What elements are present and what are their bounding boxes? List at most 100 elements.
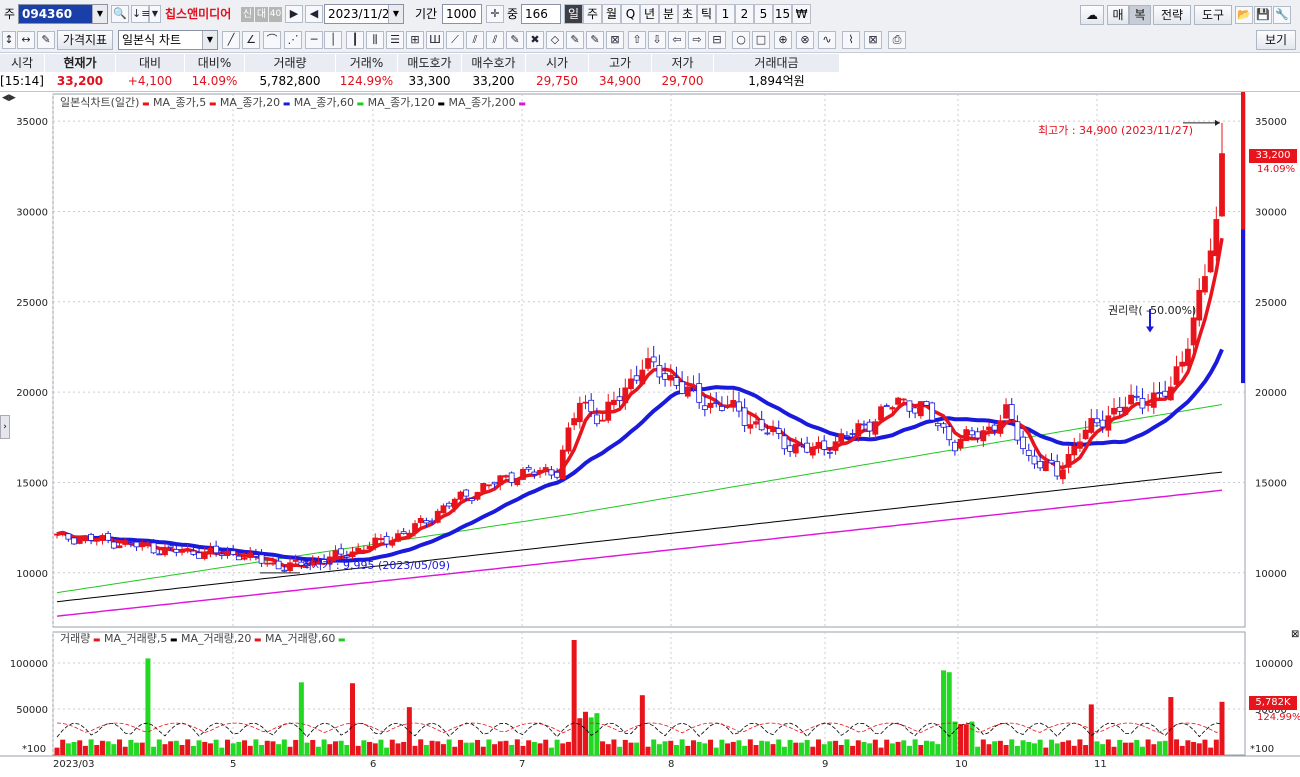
period-tab-7[interactable]: 틱 [697, 4, 716, 24]
period-tab-6[interactable]: 초 [678, 4, 697, 24]
arrow-down-icon[interactable]: ⇩ [648, 31, 666, 49]
view-button[interactable]: 보기 [1256, 30, 1296, 50]
chevron-down-icon[interactable]: ▼ [92, 5, 107, 23]
note-icon[interactable]: ✎ [566, 31, 584, 49]
frame-icon[interactable]: ⊠ [606, 31, 624, 49]
chevron-down-icon[interactable]: ▼ [149, 5, 161, 23]
folder-icon[interactable]: 📂 [1235, 6, 1253, 24]
period-input[interactable]: 1000 [442, 4, 482, 24]
arrow-up-icon[interactable]: ⇧ [628, 31, 646, 49]
period-tab-1[interactable]: 주 [583, 4, 602, 24]
volume-bar-106 [656, 744, 662, 755]
search-icon[interactable]: 🔍 [111, 5, 129, 23]
parallel-icon[interactable]: ⫽ [466, 31, 484, 49]
vertical-line-icon[interactable]: │ [324, 31, 342, 49]
price-indicator-button[interactable]: 가격지표 [57, 30, 113, 50]
close-icon[interactable]: ⊠ [1291, 629, 1299, 640]
period-tab-2[interactable]: 월 [602, 4, 621, 24]
candle-body-53 [355, 547, 362, 552]
box-icon[interactable]: ⊟ [708, 31, 726, 49]
fibonacci-icon[interactable]: ☰ [386, 31, 404, 49]
arrow-left-icon[interactable]: ⇦ [668, 31, 686, 49]
period-tab-11[interactable]: 15 [773, 4, 792, 24]
volume-bar-4 [77, 740, 83, 755]
line-tool-icon[interactable]: ╱ [222, 31, 240, 49]
crosshair-icon[interactable]: ✛ [486, 5, 504, 23]
period-tab-3[interactable]: Q [621, 4, 640, 24]
erase-icon[interactable]: ✖ [526, 31, 544, 49]
candle-body-36 [258, 554, 265, 564]
volume-bar-101 [628, 742, 634, 755]
expand-icon[interactable]: ◀▶ [2, 93, 16, 103]
edit-icon[interactable]: ✎ [37, 31, 55, 49]
candle-body-28 [213, 545, 220, 554]
volume-bar-91 [571, 640, 577, 755]
candle-body-78 [497, 475, 504, 486]
candle-body-153 [923, 401, 930, 406]
target-icon[interactable]: ⊗ [796, 31, 814, 49]
channel-icon[interactable]: ⫽ [486, 31, 504, 49]
grid-icon[interactable]: ⊞ [406, 31, 424, 49]
strategy-button[interactable]: 전략 [1153, 5, 1191, 25]
period-tab-8[interactable]: 1 [716, 4, 735, 24]
candle-body-180 [1077, 441, 1083, 449]
candle-body-197 [1173, 366, 1180, 385]
tools-button[interactable]: 도구 [1194, 5, 1232, 25]
candle-body-123 [753, 421, 759, 425]
arrow-right-icon[interactable]: ⇨ [688, 31, 706, 49]
period-tab-5[interactable]: 분 [659, 4, 678, 24]
volume-bar-54 [361, 740, 367, 755]
horizontal-line-icon[interactable]: ─ [305, 31, 323, 49]
chevron-down-icon[interactable]: ▼ [388, 5, 403, 23]
period-tab-0[interactable]: 일 [564, 4, 583, 24]
zoom-icon[interactable]: ⊕ [774, 31, 792, 49]
wave2-icon[interactable]: ⌇ [842, 31, 860, 49]
x-axis-label-1: 5 [230, 759, 236, 770]
date-select[interactable]: 2023/11/27 ▼ [324, 4, 404, 24]
period-tab-10[interactable]: 5 [754, 4, 773, 24]
diamond-icon[interactable]: ◇ [546, 31, 564, 49]
bars-icon[interactable]: Ш [426, 31, 444, 49]
candle-body-162 [974, 431, 981, 439]
sell-button[interactable]: 매 [1107, 5, 1129, 25]
image-icon[interactable]: ⊠ [864, 31, 882, 49]
angle-tool-icon[interactable]: ∠ [242, 31, 260, 49]
arrow-left-right-icon[interactable]: ↔ [17, 31, 35, 49]
copy-button[interactable]: 복 [1129, 5, 1151, 25]
period-tab-4[interactable]: 년 [640, 4, 659, 24]
sort-icon[interactable]: ↓≡ [131, 5, 150, 23]
cycle-lines-icon[interactable]: ⫼ [366, 31, 384, 49]
arc-tool-icon[interactable]: ⌒ [263, 31, 281, 49]
memo-icon[interactable]: ✎ [586, 31, 604, 49]
wrench-icon[interactable]: 🔧 [1273, 6, 1291, 24]
save-icon[interactable]: 💾 [1254, 6, 1272, 24]
candle-body-4 [76, 538, 83, 544]
period-tab-12[interactable]: ₩ [792, 4, 811, 24]
candle-body-79 [503, 475, 509, 478]
candle-body-152 [917, 401, 924, 417]
print-icon[interactable]: ⎙ [888, 31, 906, 49]
price-legend-label-2: MA_종가,60 [290, 96, 355, 109]
vol-unit-right: *100 [1250, 744, 1274, 755]
vertical-bold-icon[interactable]: ┃ [346, 31, 364, 49]
cloud-icon[interactable]: ☁ [1080, 5, 1104, 25]
chevron-down-icon[interactable]: ▼ [202, 31, 217, 49]
overlap-input[interactable]: 166 [521, 4, 561, 24]
play-left-icon[interactable]: ◀ [305, 5, 323, 23]
stock-code-input[interactable]: 094360 ▼ [18, 4, 108, 24]
wave-icon[interactable]: ∿ [818, 31, 836, 49]
pencil-icon[interactable]: ✎ [506, 31, 524, 49]
rectangle-icon[interactable]: □ [752, 31, 770, 49]
fan-tool-icon[interactable]: ⋰ [284, 31, 302, 49]
trend-icon[interactable]: ⟋ [446, 31, 464, 49]
price-chart[interactable]: 2023/03 5 6 7 8 9 10 11 35000 35000 30000 30000 2500… [0, 92, 1300, 777]
volume-bar-66 [429, 740, 435, 755]
play-right-icon[interactable]: ▶ [285, 5, 303, 23]
period-tab-9[interactable]: 2 [735, 4, 754, 24]
price-legend-swatch-0: ▬ [139, 99, 150, 108]
volume-legend-label-1: MA_거래량,20 [177, 632, 252, 645]
panel-scroll-handle[interactable]: › [0, 415, 10, 439]
circle-icon[interactable]: ○ [732, 31, 750, 49]
arrow-up-down-icon[interactable]: ↕ [2, 31, 16, 49]
chart-type-select[interactable]: 일본식 차트 ▼ [118, 30, 218, 50]
